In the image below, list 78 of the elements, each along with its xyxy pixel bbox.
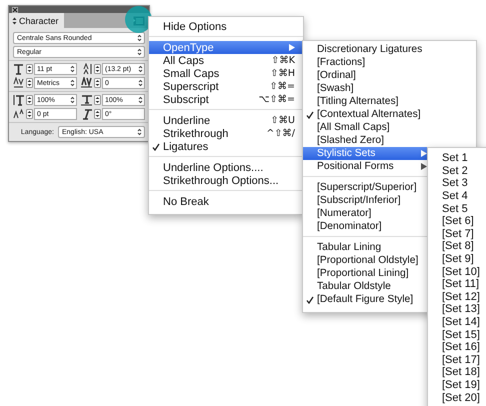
menu-item[interactable]: [Swash]	[303, 82, 476, 95]
shortcut-label: ⌥⇧⌘=	[258, 94, 295, 105]
tab-label: Character	[19, 16, 59, 26]
stepper-button[interactable]	[94, 78, 101, 88]
skew-icon	[81, 108, 92, 120]
menu-item[interactable]: [Set 17]	[428, 354, 486, 366]
menu-item[interactable]: Superscript ⇧⌘=	[149, 80, 303, 93]
menu-item[interactable]: [Set 13]	[428, 303, 486, 316]
stepper-button[interactable]	[26, 64, 33, 74]
dropdown-arrow-icon	[138, 65, 143, 73]
menu-item[interactable]: [Contextual Alternates]	[303, 108, 476, 121]
horizontal-scale-icon	[81, 94, 92, 106]
dropdown-arrow-icon	[70, 79, 75, 87]
shortcut-label: ⇧⌘=	[270, 81, 295, 92]
dropdown-arrow-icon	[137, 48, 142, 56]
menu-item[interactable]: [Ordinal]	[303, 69, 476, 82]
stepper-button[interactable]	[26, 78, 33, 88]
menu-item[interactable]: [Set 15]	[428, 328, 486, 341]
menu-item[interactable]: [Set 8]	[428, 240, 486, 253]
stepper-button[interactable]	[94, 64, 101, 74]
dropdown-arrow-icon	[137, 34, 142, 42]
menu-item[interactable]: [Set 10]	[428, 265, 486, 278]
menu-item[interactable]: [Titling Alternates]	[303, 95, 476, 108]
dropdown-arrow-icon	[137, 128, 142, 136]
checkmark-icon	[306, 296, 314, 304]
size-icon	[13, 63, 24, 75]
menu-item[interactable]: OpenType	[149, 41, 303, 54]
dropdown-arrow-icon	[138, 96, 143, 104]
stepper-button[interactable]	[26, 95, 33, 105]
menu-item[interactable]: Set 5	[428, 202, 486, 215]
menu-item[interactable]: [Set 7]	[428, 228, 486, 240]
shortcut-label: ⇧⌘U	[270, 115, 295, 126]
menu-item[interactable]: Strikethrough Options...	[149, 174, 303, 187]
menu-item[interactable]: Subscript ⌥⇧⌘=	[149, 93, 303, 106]
menu-item[interactable]: Set 4	[428, 190, 486, 202]
menu-item[interactable]: [Slashed Zero]	[303, 134, 476, 147]
vertical-scale-icon	[13, 94, 24, 106]
menu-item[interactable]: [Set 16]	[428, 340, 486, 354]
menu-item[interactable]: Discretionary Ligatures	[303, 43, 476, 56]
menu-item[interactable]: [Set 20]	[428, 391, 486, 404]
menu-item[interactable]: Set 3	[428, 177, 486, 190]
menu-item[interactable]: [Set 18]	[428, 366, 486, 379]
menu-item[interactable]: Small Caps ⇧⌘H	[149, 67, 303, 80]
menu-item[interactable]: [Set 19]	[428, 378, 486, 392]
dropdown-arrow-icon	[70, 96, 75, 104]
menu-item[interactable]: [Set 6]	[428, 214, 486, 228]
menu-item[interactable]: [Set 11]	[428, 278, 486, 291]
stepper-button[interactable]	[94, 109, 101, 119]
dropdown-arrow-icon	[70, 65, 75, 73]
menu-item[interactable]: [Set 14]	[428, 316, 486, 328]
menu-item[interactable]: [Set 12]	[428, 290, 486, 304]
panel-tab[interactable]: Character	[9, 13, 64, 28]
menu-item[interactable]: Ligatures	[149, 140, 303, 153]
shortcut-label: ^⇧⌘/	[266, 128, 295, 139]
shortcut-label: ⇧⌘K	[271, 55, 295, 66]
kerning-icon	[13, 77, 24, 89]
menu-item[interactable]: Underline Options....	[149, 161, 303, 174]
menu-item[interactable]: [Fractions]	[303, 56, 476, 69]
dropdown-arrow-icon	[138, 79, 143, 87]
leading-icon	[81, 63, 92, 75]
menu-item[interactable]: [Set 9]	[428, 252, 486, 266]
menu-item[interactable]: Underline ⇧⌘U	[149, 114, 303, 127]
close-icon[interactable]	[12, 6, 18, 12]
menu-item[interactable]: Hide Options	[149, 20, 303, 33]
checkmark-icon	[306, 110, 314, 118]
menu-item[interactable]: [All Small Caps]	[303, 121, 476, 134]
menu-item[interactable]: No Break	[149, 195, 303, 208]
baseline-icon	[13, 108, 24, 120]
submenu-arrow-icon	[289, 44, 295, 51]
tracking-icon	[81, 77, 92, 89]
stepper-button[interactable]	[26, 109, 33, 119]
shortcut-label: ⇧⌘H	[270, 68, 295, 79]
checkmark-icon	[152, 142, 160, 150]
menu-item[interactable]: Strikethrough ^⇧⌘/	[149, 127, 303, 140]
stepper-button[interactable]	[94, 95, 101, 105]
menu-item[interactable]: Set 2	[428, 164, 486, 178]
sort-arrows-icon	[12, 16, 17, 24]
menu-item[interactable]: All Caps ⇧⌘K	[149, 54, 303, 67]
